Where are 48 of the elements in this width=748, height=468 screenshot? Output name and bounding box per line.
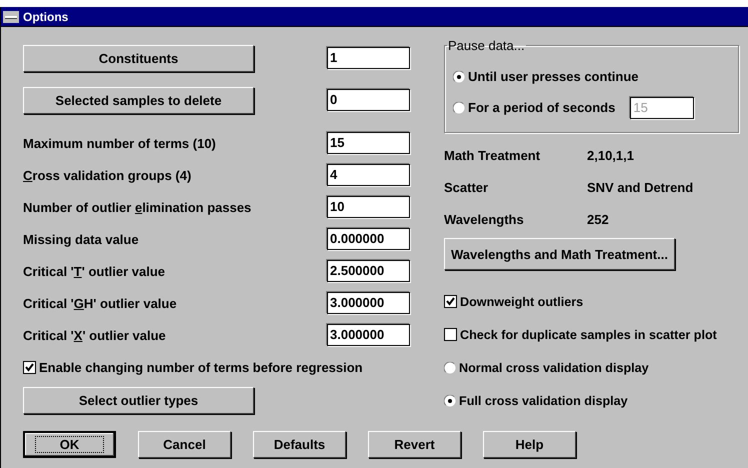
field-label: Missing data value (23, 232, 139, 246)
radio-label: Full cross validation display (459, 394, 628, 408)
info-label: Math Treatment (444, 148, 542, 162)
button[interactable]: Select outlier types (23, 387, 254, 414)
button[interactable]: Wavelengths and Math Treatment... (444, 238, 675, 270)
checkbox[interactable] (444, 295, 457, 308)
input-field[interactable]: 0.000000 (327, 228, 410, 250)
group-title: Pause data... (447, 38, 526, 53)
button[interactable]: Revert (368, 431, 461, 458)
button[interactable]: Selected samples to delete (23, 86, 254, 114)
field-label: Maximum number of terms (10) (23, 136, 216, 150)
info-value: 252 (587, 212, 609, 226)
radio-label: For a period of seconds (468, 100, 616, 115)
info-value: SNV and Detrend (587, 180, 694, 194)
input-field[interactable]: 1 (327, 47, 410, 69)
button[interactable]: Cancel (138, 431, 231, 458)
button[interactable]: Constituents (23, 44, 254, 72)
checkbox-label: Downweight outliers (460, 294, 584, 308)
input-field[interactable]: 4 (327, 164, 410, 186)
field-label: Critical 'X' outlier value (23, 328, 166, 342)
radio-button[interactable] (444, 394, 456, 406)
checkbox-label: Enable changing number of terms before regression (39, 360, 363, 374)
input-field[interactable]: 10 (327, 196, 410, 218)
button[interactable]: Help (483, 431, 576, 458)
radio-label: Until user presses continue (468, 69, 638, 84)
field-label: Critical 'GH' outlier value (23, 296, 177, 310)
radio-button[interactable] (453, 102, 465, 114)
radio-button[interactable] (444, 362, 456, 374)
info-label: Wavelengths (444, 212, 525, 226)
input-field[interactable]: 0 (327, 89, 410, 111)
input-field[interactable]: 2.500000 (327, 260, 410, 282)
checkbox[interactable] (23, 360, 36, 374)
radio-button[interactable] (453, 70, 465, 82)
input-field[interactable]: 15 (327, 132, 410, 154)
field-label: Number of outlier elimination passes (23, 200, 252, 214)
field-label: Cross validation groups (4) (23, 168, 192, 182)
info-value: 2,10,1,1 (587, 148, 634, 162)
button[interactable]: OK (23, 431, 116, 458)
checkbox-label: Check for duplicate samples in scatter plot (460, 328, 717, 342)
button[interactable]: Defaults (253, 431, 346, 458)
radio-label: Normal cross validation display (459, 360, 649, 374)
input-field[interactable]: 3.000000 (327, 324, 410, 346)
window-title: Options (23, 10, 68, 24)
field-label: Critical 'T' outlier value (23, 264, 166, 278)
system-menu-icon[interactable] (3, 10, 19, 22)
info-label: Scatter (444, 180, 490, 194)
checkbox[interactable] (444, 328, 457, 341)
input-field[interactable]: 3.000000 (327, 292, 410, 314)
